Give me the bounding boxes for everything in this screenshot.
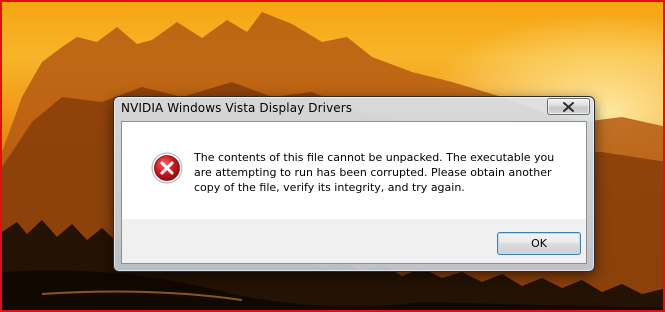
error-dialog: NVIDIA Windows Vista Display Drivers The… bbox=[113, 96, 595, 272]
dialog-title: NVIDIA Windows Vista Display Drivers bbox=[121, 101, 353, 115]
dialog-client-area: The contents of this file cannot be unpa… bbox=[121, 121, 587, 264]
error-icon bbox=[151, 152, 183, 184]
desktop-screen: NVIDIA Windows Vista Display Drivers The… bbox=[0, 0, 665, 312]
dialog-content: The contents of this file cannot be unpa… bbox=[122, 122, 586, 219]
error-message: The contents of this file cannot be unpa… bbox=[194, 151, 555, 194]
close-icon bbox=[563, 101, 574, 112]
ok-button[interactable]: OK bbox=[497, 232, 581, 255]
dialog-titlebar[interactable]: NVIDIA Windows Vista Display Drivers bbox=[114, 97, 594, 121]
close-button[interactable] bbox=[547, 98, 590, 115]
